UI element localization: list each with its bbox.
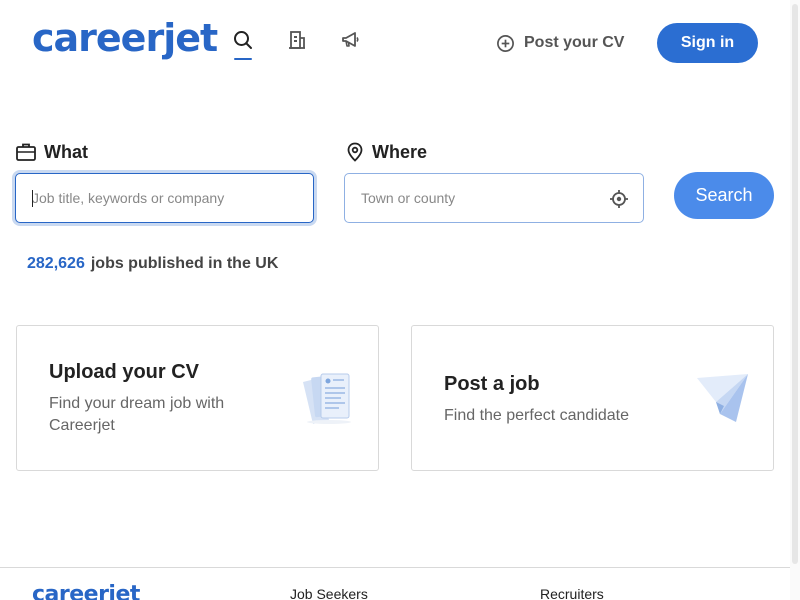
card-title: Post a job <box>444 373 540 395</box>
careerjet-logo[interactable]: careerjet <box>32 16 218 60</box>
post-cv-label: Post your CV <box>524 34 625 51</box>
plus-circle-icon <box>497 34 514 52</box>
documents-icon <box>303 373 351 424</box>
page-scrollbar[interactable] <box>790 0 800 600</box>
what-input[interactable] <box>16 174 313 222</box>
post-job-card[interactable]: Post a job Find the perfect candidate <box>411 325 774 471</box>
what-label-text: What <box>44 141 88 162</box>
scrollbar-thumb[interactable] <box>792 4 798 564</box>
card-subtitle: Find the perfect candidate <box>444 407 630 424</box>
card-subtitle: Find your dream job with Careerjet <box>49 395 225 434</box>
what-field[interactable] <box>15 173 314 223</box>
search-icon <box>234 31 252 49</box>
companies-nav-icon[interactable] <box>284 30 310 60</box>
sign-in-button[interactable]: Sign in <box>657 23 758 63</box>
what-label: What <box>16 140 88 164</box>
job-count-line: 282,626 jobs published in the UK <box>27 255 278 273</box>
megaphone-icon <box>342 32 359 47</box>
footer-heading-recruiters[interactable]: Recruiters <box>540 586 604 600</box>
paper-plane-icon <box>697 374 748 422</box>
briefcase-icon <box>16 143 36 161</box>
job-count-text: jobs published in the UK <box>90 255 279 272</box>
where-field[interactable] <box>344 173 644 223</box>
where-input[interactable] <box>345 174 643 222</box>
search-nav-icon[interactable] <box>230 30 256 60</box>
where-label-text: Where <box>372 141 428 162</box>
map-pin-icon <box>347 142 363 162</box>
card-title: Upload your CV <box>49 361 200 383</box>
search-button[interactable]: Search <box>674 172 774 219</box>
advertise-nav-icon[interactable] <box>337 30 363 60</box>
post-cv-link[interactable]: Post your CV <box>496 31 624 55</box>
locate-me-icon[interactable] <box>609 189 629 209</box>
footer-logo[interactable]: careerjet <box>32 582 140 600</box>
where-label: Where <box>346 140 427 164</box>
text-caret <box>32 190 33 207</box>
footer: careerjet Job Seekers Recruiters <box>0 567 800 600</box>
footer-heading-job-seekers[interactable]: Job Seekers <box>290 586 368 600</box>
job-count-number[interactable]: 282,626 <box>27 255 85 272</box>
building-icon <box>289 31 305 49</box>
upload-cv-card[interactable]: Upload your CV Find your dream job with … <box>16 325 379 471</box>
